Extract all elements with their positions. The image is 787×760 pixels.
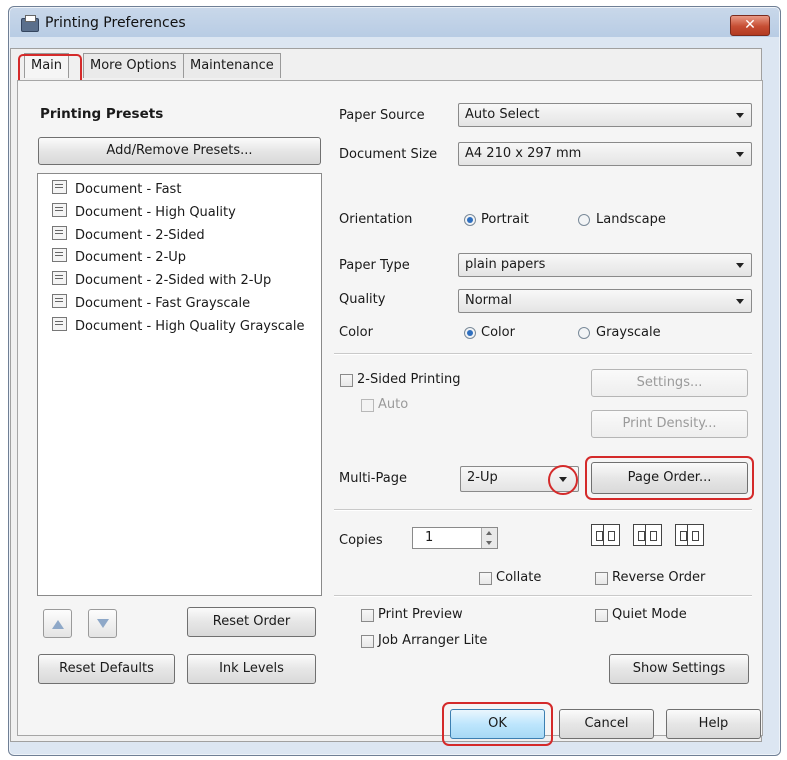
document-2-up-icon [52,248,67,262]
reverse-order-checkbox[interactable] [595,572,608,585]
landscape-radio[interactable] [578,214,590,226]
reset-order-button[interactable]: Reset Order [187,607,316,637]
job-arranger-label: Job Arranger Lite [378,633,488,648]
chevron-down-icon [736,299,744,304]
chevron-down-icon [736,263,744,268]
tab-maintenance[interactable]: Maintenance [183,53,281,78]
grayscale-radio[interactable] [578,327,590,339]
document-size-label: Document Size [339,147,438,162]
portrait-label: Portrait [481,212,529,227]
add-remove-presets-button[interactable]: Add/Remove Presets... [38,137,321,165]
list-item[interactable]: Document - High Quality [52,203,236,223]
document-hq-grayscale-icon [52,317,67,331]
printer-icon [21,15,39,32]
color-radio[interactable] [464,327,476,339]
paper-source-select[interactable]: Auto Select [458,103,752,127]
presets-list[interactable]: Document - Fast Document - High Quality … [37,173,322,596]
quiet-mode-label: Quiet Mode [612,607,687,622]
divider [334,509,752,511]
orientation-label: Orientation [339,212,413,227]
arrow-down-icon [97,619,109,628]
print-preview-label: Print Preview [378,607,463,622]
chevron-down-icon [736,152,744,157]
auto-checkbox[interactable] [361,399,374,412]
collate-label: Collate [496,570,542,585]
copies-stepper[interactable]: 1 [412,527,498,549]
paper-source-label: Paper Source [339,108,425,123]
list-item[interactable]: Document - Fast Grayscale [52,294,250,314]
document-2-sided-2-up-icon [52,271,67,285]
landscape-label: Landscape [596,212,666,227]
page-order-normal-icon [591,524,627,546]
quality-select[interactable]: Normal [458,289,752,313]
two-sided-label: 2-Sided Printing [357,372,461,387]
list-item[interactable]: Document - 2-Up [52,248,186,268]
list-item[interactable]: Document - High Quality Grayscale [52,317,304,337]
chevron-down-icon [736,113,744,118]
copies-label: Copies [339,533,383,548]
color-label: Color [339,325,373,340]
document-high-quality-icon [52,203,67,217]
move-down-button[interactable] [88,609,117,638]
spin-down-icon[interactable] [481,538,497,548]
ink-levels-button[interactable]: Ink Levels [187,654,316,684]
page-order-highlight [585,456,754,500]
list-item[interactable]: Document - Fast [52,180,181,200]
tab-more-options[interactable]: More Options [83,53,184,78]
show-settings-button[interactable]: Show Settings [609,654,749,684]
cancel-button[interactable]: Cancel [559,709,654,739]
grayscale-label: Grayscale [596,325,661,340]
help-button[interactable]: Help [666,709,761,739]
document-fast-icon [52,180,67,194]
printing-presets-heading: Printing Presets [40,106,164,122]
list-item[interactable]: Document - 2-Sided with 2-Up [52,271,271,291]
multi-page-dropdown-highlight [548,465,578,495]
page-order-reverse-icon [633,524,669,546]
color-option-label: Color [481,325,515,340]
reverse-order-label: Reverse Order [612,570,706,585]
ok-button-highlight [442,702,553,746]
reset-defaults-button[interactable]: Reset Defaults [38,654,175,684]
settings-button[interactable]: Settings... [591,369,748,397]
quality-label: Quality [339,292,386,307]
document-fast-grayscale-icon [52,294,67,308]
multi-page-label: Multi-Page [339,471,407,486]
divider [334,353,752,355]
document-size-select[interactable]: A4 210 x 297 mm [458,142,752,166]
move-up-button[interactable] [43,609,72,638]
paper-type-label: Paper Type [339,258,410,273]
print-density-button[interactable]: Print Density... [591,410,748,438]
arrow-up-icon [52,620,64,629]
title-bar: Printing Preferences ✕ [9,7,780,39]
portrait-radio[interactable] [464,214,476,226]
job-arranger-checkbox[interactable] [361,635,374,648]
auto-label: Auto [378,397,409,412]
divider [334,595,752,597]
page-order-collate-icon [675,524,711,546]
document-2-sided-icon [52,226,67,240]
two-sided-checkbox[interactable] [340,374,353,387]
close-button[interactable]: ✕ [730,15,770,36]
quiet-mode-checkbox[interactable] [595,609,608,622]
window-title: Printing Preferences [45,15,186,31]
collate-checkbox[interactable] [479,572,492,585]
list-item[interactable]: Document - 2-Sided [52,226,205,246]
paper-type-select[interactable]: plain papers [458,253,752,277]
print-preview-checkbox[interactable] [361,609,374,622]
